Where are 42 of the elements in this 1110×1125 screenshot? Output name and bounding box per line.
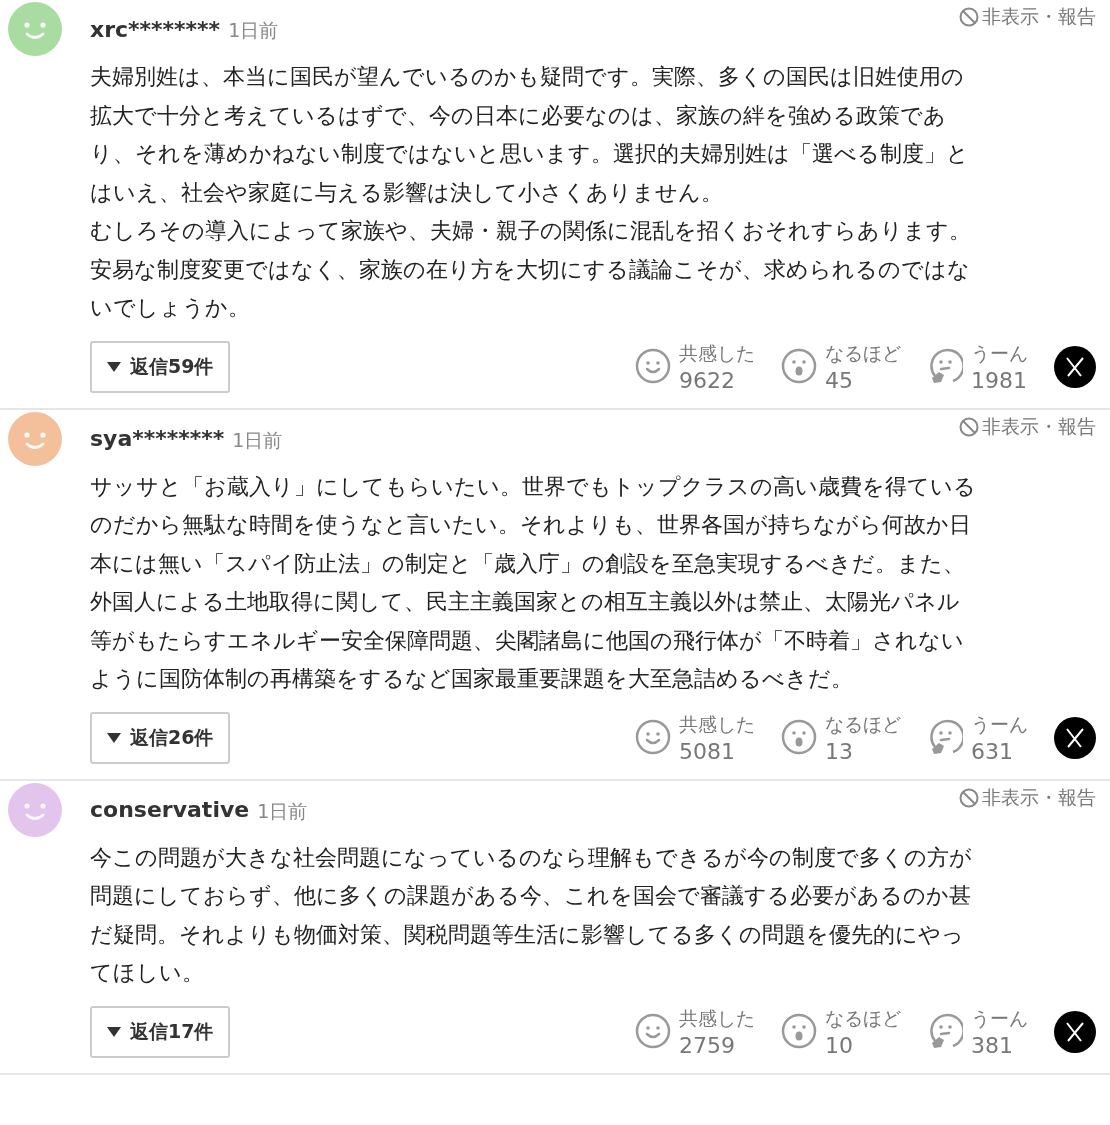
replies-button[interactable]: 返信26件	[90, 711, 230, 764]
reaction-button[interactable]: 共感した 5081	[635, 710, 755, 765]
smile-face-icon	[635, 1012, 671, 1051]
reaction-button[interactable]: 共感した 9622	[635, 339, 755, 394]
caret-icon	[106, 360, 122, 373]
wow-face-icon	[781, 1012, 817, 1051]
wow-face-icon	[781, 347, 817, 386]
caret-icon	[106, 1025, 122, 1038]
reaction-button[interactable]: なるほど 45	[781, 339, 901, 394]
post-time: 1日前	[257, 798, 308, 824]
reaction-button[interactable]: なるほど 13	[781, 710, 901, 765]
smile-face-icon	[635, 347, 671, 386]
reaction-button[interactable]: うーん 1981	[927, 339, 1028, 394]
think-face-icon	[927, 718, 963, 757]
caret-icon	[106, 731, 122, 744]
wow-face-icon	[781, 718, 817, 757]
smile-face-icon	[635, 718, 671, 757]
hide-report-link[interactable]: 非表示・報告	[958, 4, 1096, 30]
comment-text: サッサと「お蔵入り」にしてもらいたい。世界でもトップクラスの高い歳費を得ている のだから無駄な時間を使うなと言いたい。それよりも、世界各国が持ちながら何故か日 本には無い「スパイ防止法」の制定と「歳入庁」の創設を至急実現するべきだ。また、 外国人による土地取得に関して、民主主義国家との相互主義以外は禁止、太陽光パネル 等がもたらすエネルギー安全保障問題、尖閣諸島に他国の飛行体が「不時着」されない ように国防体制の再構築をするなど国家最重要課題を大至急詰めるべきだ。	[90, 472, 977, 693]
username: sya********	[90, 426, 225, 451]
reaction-button[interactable]: うーん 381	[927, 1004, 1028, 1059]
ban-icon	[958, 786, 980, 809]
comment-text: 夫婦別姓は、本当に国民が望んでいるのかも疑問です。実際、多くの国民は旧姓使用の 拡大で十分と考えているはずで、今の日本に必要なのは、家族の絆を強める政策であ り、それを薄めかねない制度ではないと思います。選択的夫婦別姓は「選べる制度」と はいえ、社会や家庭に与える影響は決して小さくありません。 むしろその導入によって家族や、夫婦・親子の関係に混乱を招くおそれすらあります。 安易な制度変更ではなく、家族の在り方を大切にする議論こそが、求められるのではな いでしょうか。	[90, 63, 972, 322]
replies-button[interactable]: 返信17件	[90, 1005, 230, 1058]
replies-button[interactable]: 返信59件	[90, 340, 230, 393]
think-face-icon	[927, 347, 963, 386]
username: xrc********	[90, 16, 221, 42]
comment-text: 今この問題が大きな社会問題になっているのなら理解もできるが今の制度で多くの方が 問題にしておらず、他に多くの課題がある今、これを国会で審議する必要があるのか甚 だ疑問。それよりも物価対策、関税問題等生活に影響してる多くの問題を優先的にやっ てほしい。	[90, 843, 973, 987]
ban-icon	[958, 6, 980, 28]
share-button[interactable]	[1054, 1010, 1096, 1053]
reaction-button[interactable]: なるほど 10	[781, 1004, 901, 1059]
username: conservative	[90, 797, 250, 822]
think-face-icon	[927, 1012, 963, 1051]
post-time: 1日前	[228, 18, 279, 43]
reaction-button[interactable]: 共感した 2759	[635, 1004, 755, 1059]
hide-report-link[interactable]: 非表示・報告	[958, 784, 1096, 811]
reaction-button[interactable]: うーん 631	[927, 710, 1028, 765]
ban-icon	[958, 415, 980, 438]
hide-report-link[interactable]: 非表示・報告	[958, 413, 1096, 440]
share-button[interactable]	[1054, 345, 1096, 388]
post-time: 1日前	[232, 427, 283, 453]
share-button[interactable]	[1054, 716, 1096, 759]
